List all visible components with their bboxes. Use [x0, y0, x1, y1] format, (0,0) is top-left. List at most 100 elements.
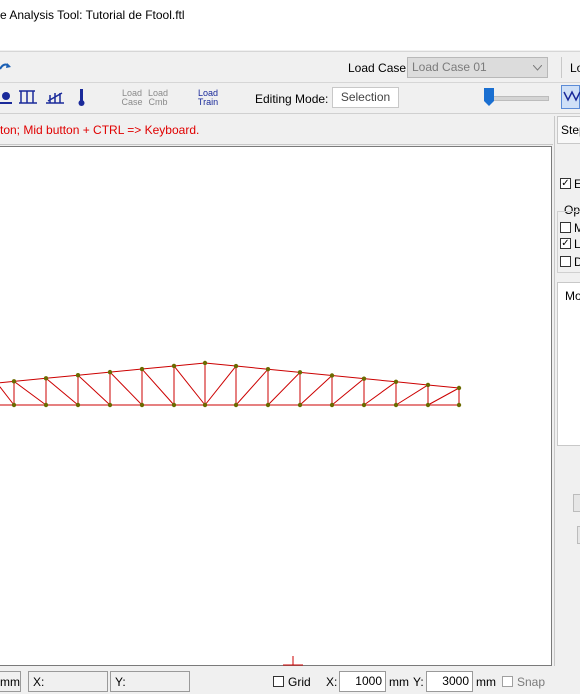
step-tab[interactable]: Step: [557, 116, 580, 144]
temperature-icon[interactable]: [77, 88, 87, 108]
grid-checkbox[interactable]: [273, 676, 284, 687]
grid-y-input[interactable]: 3000: [426, 671, 473, 692]
top-chord-member[interactable]: [235, 365, 269, 370]
check-e[interactable]: ✓: [560, 178, 571, 189]
load-case-value: Load Case 01: [412, 60, 487, 74]
truss-node[interactable]: [11, 402, 17, 408]
diagonal-member[interactable]: [235, 368, 269, 406]
truss-node[interactable]: [393, 402, 399, 408]
diagonal-member[interactable]: [204, 365, 237, 406]
panel-button-1[interactable]: [573, 494, 580, 512]
load-train-btn-l2: Train: [197, 97, 219, 107]
truss-node[interactable]: [43, 376, 49, 381]
chevron-down-icon: [533, 65, 542, 71]
truss-node[interactable]: [329, 402, 335, 408]
truss-node[interactable]: [233, 363, 239, 369]
truss-node[interactable]: [297, 402, 303, 408]
load-cmb-btn-l2: Cmb: [148, 97, 168, 107]
truss-node[interactable]: [361, 376, 367, 381]
top-chord-member[interactable]: [267, 368, 301, 373]
diagonal-member[interactable]: [77, 374, 111, 406]
diagonal-member[interactable]: [331, 378, 365, 406]
truss-node[interactable]: [107, 369, 113, 375]
wave-button[interactable]: [561, 85, 580, 109]
truss-node[interactable]: [297, 370, 303, 375]
opt2-checkbox[interactable]: ✓: [560, 238, 571, 249]
truss-node[interactable]: [265, 367, 271, 372]
editing-mode-field[interactable]: Selection: [332, 87, 399, 108]
truss-node[interactable]: [139, 402, 145, 408]
truss-node[interactable]: [202, 402, 208, 408]
fixed-support-icon[interactable]: [19, 89, 39, 107]
truss-node[interactable]: [265, 402, 271, 408]
top-chord-member[interactable]: [109, 368, 143, 373]
grid-x-input[interactable]: 1000: [339, 671, 386, 692]
top-chord-member[interactable]: [141, 365, 175, 370]
hinge-support-icon[interactable]: [0, 89, 14, 107]
wave-icon: [563, 90, 580, 102]
top-chord-member[interactable]: [331, 375, 365, 380]
truss-node[interactable]: [202, 360, 208, 366]
truss-node[interactable]: [171, 363, 177, 369]
truss-node[interactable]: [393, 379, 399, 384]
load-case-label: Load Case:: [348, 61, 410, 75]
diagonal-member[interactable]: [363, 381, 397, 406]
redo-icon[interactable]: [0, 60, 12, 74]
toolbar-attributes: Load Case Load Cmb Load Train Editing Mo…: [0, 82, 580, 114]
truss-node[interactable]: [361, 402, 367, 408]
mode-list[interactable]: Mo: [557, 282, 580, 446]
top-chord-member[interactable]: [204, 362, 237, 367]
truss-node[interactable]: [425, 382, 431, 388]
step-tab-label: Step: [561, 123, 580, 137]
diagonal-member[interactable]: [267, 372, 301, 406]
truss-node[interactable]: [75, 402, 81, 408]
status-bar: mm X: Y: Grid X: 1000 mm Y: 3000 mm Snap: [0, 666, 580, 694]
zoom-slider-thumb[interactable]: [483, 87, 495, 107]
grid-x-unit: mm: [389, 675, 409, 689]
diagonal-member[interactable]: [173, 365, 206, 406]
diagonal-member[interactable]: [13, 380, 47, 406]
diagonal-member[interactable]: [427, 387, 460, 406]
snap-checkbox[interactable]: [502, 676, 513, 687]
truss-node[interactable]: [456, 385, 462, 391]
top-chord-member[interactable]: [45, 374, 79, 379]
opt3-checkbox[interactable]: [560, 256, 571, 267]
truss-node[interactable]: [43, 402, 49, 408]
truss-node[interactable]: [171, 402, 177, 408]
truss-node[interactable]: [107, 402, 113, 408]
distributed-load-icon[interactable]: [46, 89, 66, 107]
truss-node[interactable]: [11, 379, 17, 384]
top-chord-member[interactable]: [363, 378, 397, 383]
opt1-checkbox[interactable]: [560, 222, 571, 233]
top-chord-member[interactable]: [427, 384, 460, 389]
truss-node[interactable]: [139, 366, 145, 372]
model-canvas[interactable]: [0, 146, 552, 666]
truss-node[interactable]: [425, 402, 431, 408]
load-case-button[interactable]: Load Case: [120, 89, 144, 107]
truss-node[interactable]: [75, 373, 81, 378]
global-axis-icon: [283, 656, 303, 666]
top-chord-member[interactable]: [173, 362, 206, 367]
opt2-label: L: [574, 237, 580, 251]
top-chord-member[interactable]: [299, 371, 333, 376]
top-chord-member[interactable]: [395, 381, 429, 386]
load-case-select[interactable]: Load Case 01: [407, 57, 548, 78]
diagonal-member[interactable]: [395, 384, 429, 406]
truss-node[interactable]: [329, 373, 335, 378]
top-chord-member[interactable]: [13, 377, 47, 382]
diagonal-member[interactable]: [0, 383, 15, 406]
right-panel: Step ✓ E Op M ✓ L D Mo: [554, 116, 580, 694]
top-chord-member[interactable]: [77, 371, 111, 376]
truss-node[interactable]: [456, 402, 462, 408]
truss-node[interactable]: [233, 402, 239, 408]
window-title: e Analysis Tool: Tutorial de Ftool.ftl: [0, 8, 185, 22]
load-cmb-button[interactable]: Load Cmb: [146, 89, 170, 107]
diagonal-member[interactable]: [141, 368, 175, 406]
diagonal-member[interactable]: [299, 375, 333, 406]
status-message: ton; Mid button + CTRL => Keyboard.: [0, 123, 200, 137]
mode-list-label: Mo: [565, 289, 580, 303]
diagonal-member[interactable]: [45, 377, 79, 406]
diagonal-member[interactable]: [109, 371, 143, 406]
zoom-slider-track[interactable]: [487, 96, 549, 101]
load-train-button[interactable]: Load Train: [195, 89, 221, 107]
